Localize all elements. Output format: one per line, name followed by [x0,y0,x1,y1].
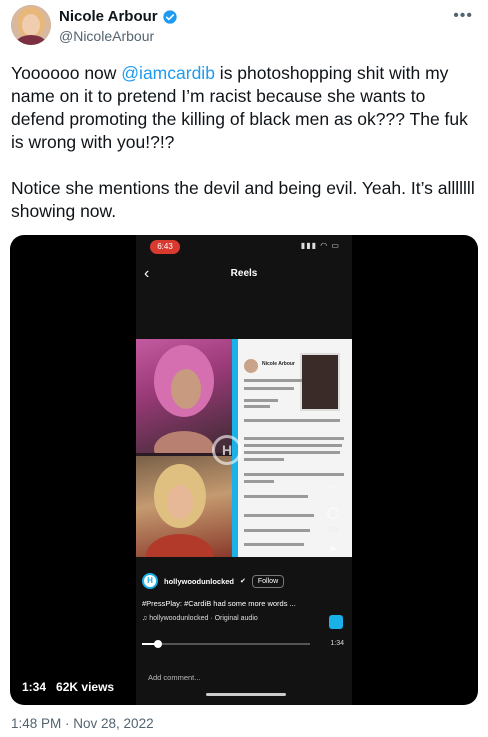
video-views: 62K views [56,680,115,694]
tweet-paragraph-2: Notice she mentions the devil and being … [11,178,475,221]
avatar[interactable] [11,5,51,45]
fb-text-line [244,514,314,517]
tweet-paragraph-1: Yoooooo now @iamcardib is photoshopping … [11,62,479,154]
fb-text-line [244,458,284,461]
comment-icon: ◯ [326,507,340,519]
send-icon: ➢ [328,543,338,555]
status-icons: ▮▮▮ ◠ ▭ [300,241,340,250]
fb-text-line [244,480,274,483]
account-name: hollywoodunlocked [164,576,235,586]
reel-audio: ♫ hollywoodunlocked · Original audio [142,615,258,622]
fb-text-line [244,444,342,447]
tweet-text: Yoooooo now @iamcardib is photoshopping … [11,62,479,246]
person-image [146,464,214,578]
video-top-image [136,339,232,467]
reel-progress-bar [142,640,310,648]
heart-icon: ♡ [328,486,338,498]
verified-icon: ✔ [240,578,246,585]
verified-icon [162,9,177,24]
fb-text-line [244,405,270,408]
video-bottom-image [136,456,232,578]
fb-text-line [244,473,344,476]
more-options-icon[interactable]: ••• [453,7,473,25]
audio-label: hollywoodunlocked · Original audio [149,615,258,622]
phone-screen-recording: 6:43 ▮▮▮ ◠ ▭ ‹ Reels Nicole Arbour H ♡ ◯… [136,235,352,705]
reels-title: Reels [230,268,258,279]
tweet-video[interactable]: 6:43 ▮▮▮ ◠ ▭ ‹ Reels Nicole Arbour H ♡ ◯… [10,235,478,705]
fb-text-line [244,387,294,390]
person-image [154,345,214,467]
avatar-image [11,5,51,45]
author-display-name[interactable]: Nicole Arbour [59,8,178,25]
audio-thumbnail [329,615,343,629]
reel-account-row: H hollywoodunlocked ✔ Follow [142,573,285,589]
reel-caption: #PressPlay: #CardiB had some more words … [142,599,296,608]
comments-count: 654 [327,527,339,534]
fb-avatar [244,359,258,373]
fb-inset-image [300,353,340,411]
fb-text-line [244,529,310,532]
comment-placeholder: Add comment... [148,673,201,682]
video-stats: 1:34 62K views [22,680,114,694]
follow-button: Follow [251,574,285,588]
account-avatar: H [142,573,158,589]
fb-text-line [244,379,302,382]
author-handle[interactable]: @NicoleArbour [59,28,178,44]
tweet-timestamp[interactable]: 1:48 PM · Nov 28, 2022 [11,716,154,731]
tweet-header: Nicole Arbour @NicoleArbour ••• [11,5,477,49]
fb-text-line [244,399,278,402]
tweet-text-part: Yoooooo now [11,63,122,83]
mention-link[interactable]: @iamcardib [121,63,215,83]
reel-video-frame: Nicole Arbour H [136,339,352,578]
reel-progress-knob [154,640,162,648]
author-names: Nicole Arbour @NicoleArbour [59,8,178,44]
phone-time: 6:43 [150,240,180,254]
watermark-logo: H [212,435,242,465]
fb-text-line [244,419,340,422]
fb-text-line [244,437,344,440]
reel-side-actions: ♡ ◯ 654 ➢ [322,485,344,563]
home-indicator [206,693,286,696]
fb-post-name: Nicole Arbour [262,361,295,367]
fb-text-line [244,495,308,498]
reel-duration: 1:34 [330,640,344,647]
video-time: 1:34 [22,680,47,694]
fb-text-line [244,451,340,454]
fb-text-line [244,543,304,546]
display-name-text[interactable]: Nicole Arbour [59,8,158,25]
